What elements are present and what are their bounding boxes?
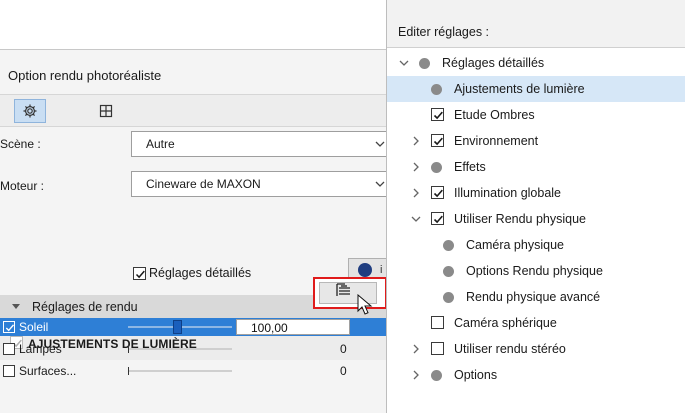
detailed-settings-checkbox[interactable]	[133, 267, 146, 280]
tree-item-label: Illumination globale	[454, 186, 562, 200]
tree-item[interactable]: Etude Ombres	[387, 102, 685, 128]
sun-checkbox[interactable]	[3, 321, 15, 333]
scene-label: Scène :	[0, 137, 41, 151]
tree-item-label: Rendu physique avancé	[466, 290, 601, 304]
edit-list-icon	[336, 283, 350, 296]
light-row-sun[interactable]: Soleil 100,00	[0, 318, 388, 336]
chevron-right-icon[interactable]	[411, 136, 421, 146]
tree-item-checkbox[interactable]	[431, 316, 444, 329]
light-name: Soleil	[19, 320, 49, 334]
bullet-dot-icon	[443, 292, 454, 303]
engine-value: Cineware de MAXON	[146, 177, 261, 191]
tab-settings[interactable]	[14, 99, 46, 123]
engine-label: Moteur :	[0, 179, 45, 193]
sun-slider-thumb[interactable]	[173, 320, 182, 334]
bullet-dot-icon	[419, 58, 430, 69]
chevron-down-icon[interactable]	[411, 214, 421, 224]
light-row-surfaces[interactable]: Surfaces... 0	[0, 362, 388, 380]
tree-item-label: Réglages détaillés	[442, 56, 545, 70]
tree-item-checkbox[interactable]	[431, 342, 444, 355]
tree-item-checkbox[interactable]	[431, 108, 444, 121]
lamps-checkbox[interactable]	[3, 343, 15, 355]
sun-value-input[interactable]: 100,00	[236, 319, 350, 335]
chevron-down-icon[interactable]	[399, 58, 409, 68]
detailed-settings-label: Réglages détaillés	[149, 266, 252, 280]
bullet-dot-icon	[443, 240, 454, 251]
tree-item-checkbox[interactable]	[431, 134, 444, 147]
tree-item[interactable]: Utiliser Rendu physique	[387, 206, 685, 232]
tree-item-label: Caméra sphérique	[454, 316, 557, 330]
chevron-right-icon[interactable]	[411, 344, 421, 354]
tree-item[interactable]: Environnement	[387, 128, 685, 154]
mouse-cursor-icon	[357, 294, 373, 315]
light-name: Surfaces...	[19, 364, 77, 378]
tab-size[interactable]	[90, 99, 122, 123]
tree-item[interactable]: Utiliser rendu stéréo	[387, 336, 685, 362]
chevron-down-icon	[375, 181, 385, 187]
tree-item-label: Options Rendu physique	[466, 264, 603, 278]
section-label: Réglages de rendu	[32, 300, 138, 314]
scene-dropdown[interactable]: Autre	[131, 131, 388, 157]
lamps-value[interactable]: 0	[340, 342, 347, 356]
chevron-down-icon	[375, 141, 385, 147]
tree-item[interactable]: Caméra physique	[387, 232, 685, 258]
chevron-right-icon[interactable]	[411, 188, 421, 198]
light-name: Lampes	[19, 342, 62, 356]
maxon-sphere-icon	[358, 263, 372, 277]
info-label: i	[380, 264, 383, 276]
tree-item-label: Effets	[454, 160, 486, 174]
surfaces-slider-thumb[interactable]	[128, 367, 129, 375]
tree-item-label: Utiliser Rendu physique	[454, 212, 587, 226]
bullet-dot-icon	[431, 370, 442, 381]
tree-item-checkbox[interactable]	[431, 186, 444, 199]
scene-value: Autre	[146, 137, 175, 151]
checkmark-icon	[433, 215, 443, 224]
gear-icon	[23, 104, 37, 118]
checkmark-icon	[135, 270, 145, 279]
chevron-right-icon[interactable]	[411, 370, 421, 380]
surfaces-value[interactable]: 0	[340, 364, 347, 378]
engine-dropdown[interactable]: Cineware de MAXON	[131, 171, 388, 197]
chevron-right-icon[interactable]	[411, 162, 421, 172]
bullet-dot-icon	[431, 162, 442, 173]
bullet-dot-icon	[443, 266, 454, 277]
checkmark-icon	[433, 189, 443, 198]
edit-settings-popup: Editer réglages : Réglages détaillés Ajus…	[386, 0, 685, 413]
popup-header: Editer réglages :	[387, 0, 685, 48]
tree-item-label: Etude Ombres	[454, 108, 535, 122]
checkmark-icon	[433, 137, 443, 146]
lamps-slider-track[interactable]	[128, 348, 232, 350]
light-row-lamps[interactable]: Lampes 0	[0, 340, 388, 358]
tree-item-label: Environnement	[454, 134, 539, 148]
checkmark-icon	[433, 111, 443, 120]
tree-item[interactable]: Options Rendu physique	[387, 258, 685, 284]
tree-item[interactable]: Effets	[387, 154, 685, 180]
triangle-down-icon	[12, 304, 20, 309]
tree-item[interactable]: Réglages détaillés	[387, 50, 685, 76]
tree-item[interactable]: Rendu physique avancé	[387, 284, 685, 310]
tree-item-checkbox[interactable]	[431, 212, 444, 225]
tree-item-label: Options	[454, 368, 498, 382]
crop-frame-icon	[99, 104, 113, 118]
tree-item[interactable]: Options	[387, 362, 685, 388]
tree-item-label: Utiliser rendu stéréo	[454, 342, 566, 356]
bullet-dot-icon	[431, 84, 442, 95]
lamps-slider-thumb[interactable]	[128, 345, 129, 353]
tree-item-label: Caméra physique	[466, 238, 564, 252]
popup-title: Editer réglages :	[398, 25, 490, 39]
checkmark-icon	[5, 324, 15, 332]
photorealistic-render-panel: Option rendu photoréaliste Scène : Autre	[0, 49, 388, 413]
panel-tab-strip	[0, 94, 388, 127]
tree-item[interactable]: Ajustements de lumière	[387, 76, 685, 102]
tree-item-label: Ajustements de lumière	[454, 82, 585, 96]
tree-item[interactable]: Illumination globale	[387, 180, 685, 206]
panel-title: Option rendu photoréaliste	[8, 68, 162, 83]
surfaces-checkbox[interactable]	[3, 365, 15, 377]
edit-settings-button[interactable]	[313, 277, 387, 309]
tree-item[interactable]: Caméra sphérique	[387, 310, 685, 336]
surfaces-slider-track[interactable]	[128, 370, 232, 372]
